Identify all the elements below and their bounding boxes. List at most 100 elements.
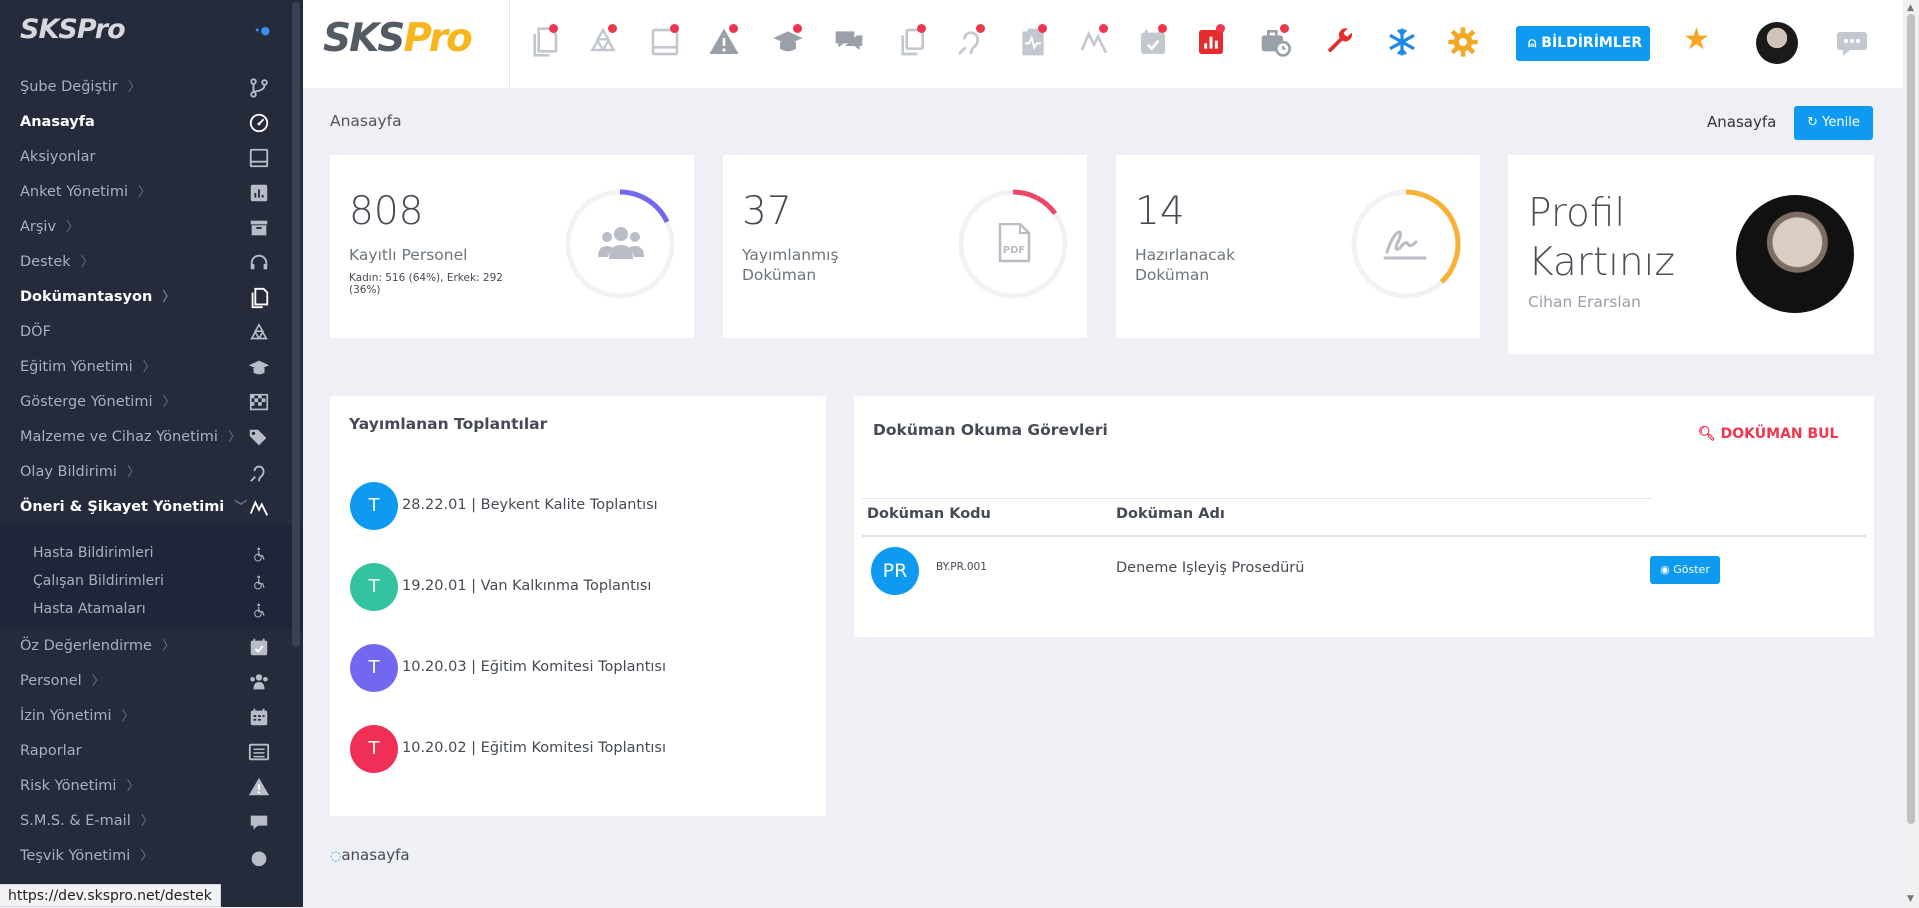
meeting-avatar: T	[350, 563, 398, 611]
sidebar-item[interactable]: Eğitim Yönetimi 〉	[0, 350, 303, 385]
profile-card[interactable]: Profil Kartınız Cihan Erarslan	[1508, 155, 1874, 354]
sidebar-subitem[interactable]: Hasta Bildirimleri	[0, 539, 303, 567]
wrench-icon[interactable]	[1325, 26, 1357, 58]
chat-icon[interactable]	[1836, 28, 1868, 58]
sidebar-item[interactable]: Olay Bildirimi 〉	[0, 455, 303, 490]
users-icon	[598, 225, 644, 265]
logo-sks: SKS	[323, 16, 405, 61]
sidebar-scrollbar[interactable]	[292, 2, 300, 647]
notification-dot	[1038, 24, 1047, 33]
sidebar-item[interactable]: Dokümantasyon 〉	[0, 280, 303, 315]
sidebar-item-label: Raporlar	[20, 743, 82, 759]
sidebar-item[interactable]: Raporlar	[0, 734, 303, 769]
user-avatar[interactable]	[1756, 22, 1798, 64]
sidebar-item[interactable]: DÖF	[0, 315, 303, 350]
sidebar-item[interactable]: Personel 〉	[0, 664, 303, 699]
chevron-right-icon: 〉	[140, 849, 154, 864]
whatsapp-icon: ◌	[330, 849, 342, 864]
topbar-logo[interactable]: SKSPro	[323, 16, 473, 66]
chart-report-icon[interactable]	[1195, 24, 1227, 58]
status-url: https://dev.skspro.net/destek	[0, 884, 221, 907]
logo-pro: Pro	[403, 16, 472, 61]
documents-icon[interactable]	[528, 24, 560, 58]
chevron-right-icon: 〉	[127, 80, 141, 95]
breadcrumb[interactable]: Anasayfa	[1707, 113, 1776, 131]
sidebar-submenu: Hasta Bildirimleri Çalışan Bildirimleri Ha…	[0, 525, 303, 629]
pdf-icon: PDF	[997, 222, 1031, 267]
page-title: Anasayfa	[330, 112, 402, 130]
comments-icon[interactable]	[833, 26, 865, 58]
sidebar-item[interactable]: Destek 〉	[0, 245, 303, 280]
stat-card-published-docs[interactable]: 37 Yayımlanmış Doküman PDF	[723, 155, 1087, 338]
sidebar-item[interactable]: Anasayfa	[0, 105, 303, 140]
sidebar-subitem[interactable]: Çalışan Bildirimleri	[0, 567, 303, 595]
sidebar-item[interactable]: Aksiyonlar	[0, 140, 303, 175]
stat-label: Yayımlanmış Doküman	[742, 246, 839, 284]
sidebar-item-label: Arşiv	[20, 219, 57, 235]
wheelchair-icon	[252, 601, 268, 618]
column-header-code[interactable]: Doküman Kodu	[867, 506, 991, 522]
footer-link-label: anasayfa	[341, 846, 410, 864]
archive-icon	[248, 217, 270, 239]
favorites-star-icon[interactable]: ★	[1683, 22, 1710, 57]
sidebar-item-label: Dokümantasyon	[20, 289, 153, 305]
calendar-check-icon[interactable]	[1137, 24, 1169, 58]
notifications-button[interactable]: ⍝ BİLDİRİMLER	[1516, 26, 1650, 61]
notification-dot	[1216, 24, 1225, 33]
gauge-icon	[248, 112, 270, 134]
tablet-icon[interactable]	[649, 24, 681, 58]
sidebar-item[interactable]: Arşiv 〉	[0, 210, 303, 245]
refresh-label: Yenile	[1822, 115, 1860, 130]
stat-card-personnel[interactable]: 808 Kayıtlı Personel Kadın: 516 (64%), E…	[330, 155, 694, 338]
sidebar-subitem-label: Hasta Bildirimleri	[33, 545, 154, 561]
copy-icon[interactable]	[896, 24, 928, 58]
wheelchair-icon	[252, 573, 268, 590]
notification-dot	[1158, 24, 1167, 33]
clipboard-pulse-icon[interactable]	[1017, 24, 1049, 58]
sidebar-item[interactable]: Teşvik Yönetimi 〉	[0, 839, 303, 874]
scroll-up-icon[interactable]: ▲	[1907, 3, 1914, 13]
sidebar-item-label: Öz Değerlendirme	[20, 638, 152, 654]
chevron-right-icon: 〉	[121, 709, 135, 724]
warning-icon[interactable]	[708, 24, 740, 58]
sidebar-logo[interactable]: SKSPro	[20, 14, 126, 45]
sidebar-item-label: DÖF	[20, 324, 51, 340]
briefcase-clock-icon[interactable]	[1259, 24, 1291, 58]
sidebar-toggle-button[interactable]: •●	[254, 24, 270, 37]
sidebar-item[interactable]: Anket Yönetimi 〉	[0, 175, 303, 210]
chevron-right-icon: 〉	[126, 465, 140, 480]
page-scrollbar[interactable]: ▲ ▼	[1903, 0, 1919, 907]
column-header-name[interactable]: Doküman Adı	[1116, 506, 1225, 522]
sidebar-item[interactable]: S.M.S. & E-mail 〉	[0, 804, 303, 839]
footer-link[interactable]: ◌anasayfa	[330, 846, 410, 864]
notification-dot	[917, 24, 926, 33]
sidebar-item[interactable]: Risk Yönetimi 〉	[0, 769, 303, 804]
sidebar-item-label: Anasayfa	[20, 114, 95, 130]
sidebar-item[interactable]: Gösterge Yönetimi 〉	[0, 385, 303, 420]
sidebar-subitem[interactable]: Hasta Atamaları	[0, 595, 303, 623]
stat-card-pending-docs[interactable]: 14 Hazırlanacak Doküman	[1116, 155, 1480, 338]
find-document-button[interactable]: 🔍︎ DOKÜMAN BUL	[1698, 426, 1838, 442]
warning-icon	[248, 776, 270, 798]
recycle-icon[interactable]	[587, 24, 619, 58]
graduation-cap-icon[interactable]	[772, 24, 804, 58]
sidebar-item[interactable]: Öneri & Şikayet Yönetimi ﹀	[0, 490, 303, 525]
sidebar-item[interactable]: Malzeme ve Cihaz Yönetimi 〉	[0, 420, 303, 455]
show-document-button[interactable]: ◉ Göster	[1650, 556, 1720, 584]
circle-icon	[248, 846, 270, 868]
topbar: SKSPro ⍝ BİLDİRİMLER ★	[303, 0, 1903, 88]
hearing-icon[interactable]	[955, 24, 987, 58]
sidebar-item[interactable]: Şube Değiştir 〉	[0, 70, 303, 105]
scroll-down-icon[interactable]: ▼	[1907, 894, 1914, 904]
snowflake-icon[interactable]	[1386, 26, 1418, 58]
signature-icon[interactable]	[1078, 24, 1110, 58]
scroll-thumb[interactable]	[1907, 14, 1915, 824]
sidebar-item[interactable]: Öz Değerlendirme 〉	[0, 629, 303, 664]
gear-icon[interactable]	[1447, 26, 1479, 58]
headset-icon: ⍝	[1528, 35, 1542, 51]
sidebar: SKSPro •● Şube Değiştir 〉 Anasayfa Aksiyonl…	[0, 0, 303, 907]
sidebar-item[interactable]: İzin Yönetimi 〉	[0, 699, 303, 734]
stat-label: Hazırlanacak Doküman	[1135, 246, 1236, 284]
refresh-button[interactable]: ↻ Yenile	[1794, 106, 1873, 140]
sms-icon	[248, 811, 270, 833]
